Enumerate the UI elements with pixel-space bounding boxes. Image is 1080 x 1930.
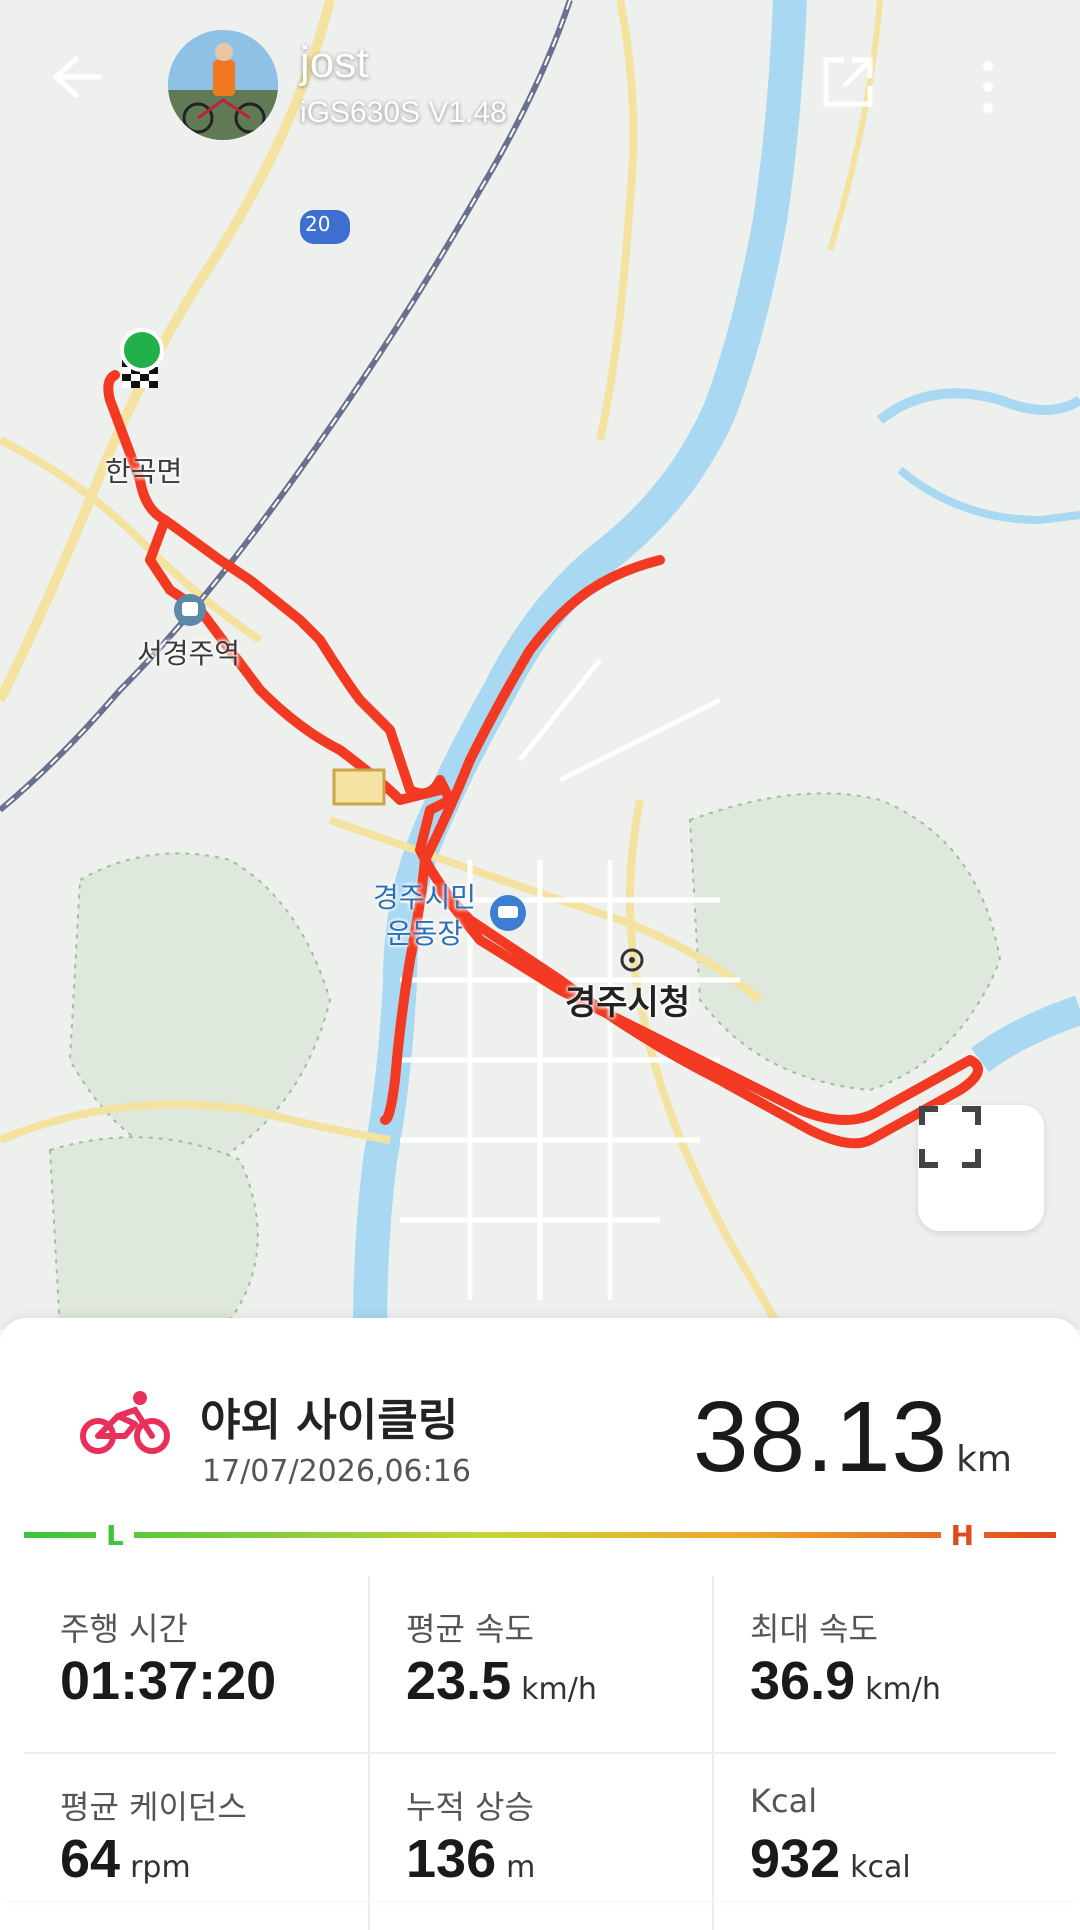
stat-value: 64 xyxy=(60,1829,121,1889)
stat-value-group: 932 kcal xyxy=(750,1828,911,1890)
total-distance: 38.13 km xyxy=(693,1380,1012,1495)
stadium-label: 경주시민 운동장 xyxy=(373,881,477,950)
stats-row: 주행 시간 01:37:20 평균 속도 23.5 km/h 최대 속도 36.9… xyxy=(24,1576,1056,1752)
fullscreen-button[interactable] xyxy=(918,1105,1044,1231)
activity-datetime: 17/07/2026,06:16 xyxy=(202,1454,471,1489)
highway-number-label: 20 xyxy=(305,212,331,236)
route-map[interactable]: 20 한곡면 서경주역 경주시민 운동장 경주시청 jost iGS630S V… xyxy=(0,0,1080,1330)
distance-value: 38.13 xyxy=(692,1381,949,1493)
stat-label: 최대 속도 xyxy=(750,1610,878,1648)
road xyxy=(827,0,883,251)
stat-value-group: 23.5 km/h xyxy=(406,1650,597,1712)
stat-ride-time: 주행 시간 01:37:20 xyxy=(24,1576,368,1752)
more-vertical-icon xyxy=(983,61,993,113)
intensity-high-label: H xyxy=(940,1518,984,1554)
road-sign xyxy=(332,768,386,806)
stats-row: 평균 케이던스 64 rpm 누적 상승 136 m Kcal 932 kcal xyxy=(24,1752,1056,1930)
stat-value: 23.5 xyxy=(406,1651,512,1711)
road xyxy=(0,0,335,703)
stat-calories: Kcal 932 kcal xyxy=(712,1754,1058,1930)
activity-type-title: 야외 사이클링 xyxy=(200,1395,459,1446)
bicycle-icon xyxy=(80,1388,170,1458)
river xyxy=(353,0,807,1330)
stat-label: 평균 속도 xyxy=(406,1610,534,1648)
device-name: iGS630S V1.48 xyxy=(300,96,507,129)
stat-label: 주행 시간 xyxy=(60,1610,188,1648)
train-station-icon xyxy=(174,594,206,626)
stat-value-group: 64 rpm xyxy=(60,1828,191,1890)
stat-value: 36.9 xyxy=(750,1651,856,1711)
park-area xyxy=(48,1136,259,1330)
stat-unit: km/h xyxy=(865,1672,941,1707)
share-button[interactable] xyxy=(818,52,878,112)
user-name: jost xyxy=(300,38,369,87)
back-button[interactable] xyxy=(52,55,122,125)
back-arrow-icon xyxy=(53,56,102,98)
road xyxy=(596,0,638,441)
activity-summary-sheet: 야외 사이클링 17/07/2026,06:16 38.13 km L H 주행… xyxy=(0,1318,1080,1930)
avatar-photo xyxy=(168,30,278,140)
fullscreen-icon xyxy=(919,1106,981,1168)
stat-avg-cadence: 평균 케이던스 64 rpm xyxy=(24,1754,368,1930)
river xyxy=(971,995,1080,1073)
park-area xyxy=(688,792,1002,1092)
stadium-icon xyxy=(490,895,526,931)
stream xyxy=(876,388,1080,424)
city-hall-label: 경주시청 xyxy=(565,983,691,1023)
stat-label: 평균 케이던스 xyxy=(60,1788,247,1826)
stat-label: Kcal xyxy=(750,1782,818,1820)
stat-value-group: 01:37:20 xyxy=(60,1650,286,1712)
more-options-button[interactable] xyxy=(968,52,1008,122)
stat-value-group: 136 m xyxy=(406,1828,535,1890)
stat-avg-speed: 평균 속도 23.5 km/h xyxy=(368,1576,714,1752)
intensity-gradient-bar xyxy=(24,1532,1056,1538)
stat-value: 136 xyxy=(406,1829,497,1889)
stat-elevation-gain: 누적 상승 136 m xyxy=(368,1754,714,1930)
start-marker xyxy=(120,328,164,372)
stat-unit: km/h xyxy=(521,1672,597,1707)
stat-value: 01:37:20 xyxy=(60,1651,277,1711)
stat-value: 932 xyxy=(750,1829,841,1889)
stats-grid: 주행 시간 01:37:20 평균 속도 23.5 km/h 최대 속도 36.9… xyxy=(24,1576,1056,1930)
stat-unit: rpm xyxy=(130,1850,191,1885)
stat-max-speed: 최대 속도 36.9 km/h xyxy=(712,1576,1058,1752)
stream xyxy=(897,466,1080,525)
intensity-low-label: L xyxy=(96,1518,134,1554)
distance-unit: km xyxy=(956,1439,1012,1480)
town-label: 한곡면 xyxy=(105,455,183,488)
stat-value-group: 36.9 km/h xyxy=(750,1650,941,1712)
intensity-scale: L H xyxy=(24,1518,1056,1558)
share-icon xyxy=(823,57,873,107)
stat-label: 누적 상승 xyxy=(406,1788,534,1826)
user-avatar[interactable] xyxy=(168,30,278,140)
stat-unit: kcal xyxy=(850,1850,911,1885)
stat-unit: m xyxy=(506,1850,536,1885)
station-label: 서경주역 xyxy=(137,637,241,670)
